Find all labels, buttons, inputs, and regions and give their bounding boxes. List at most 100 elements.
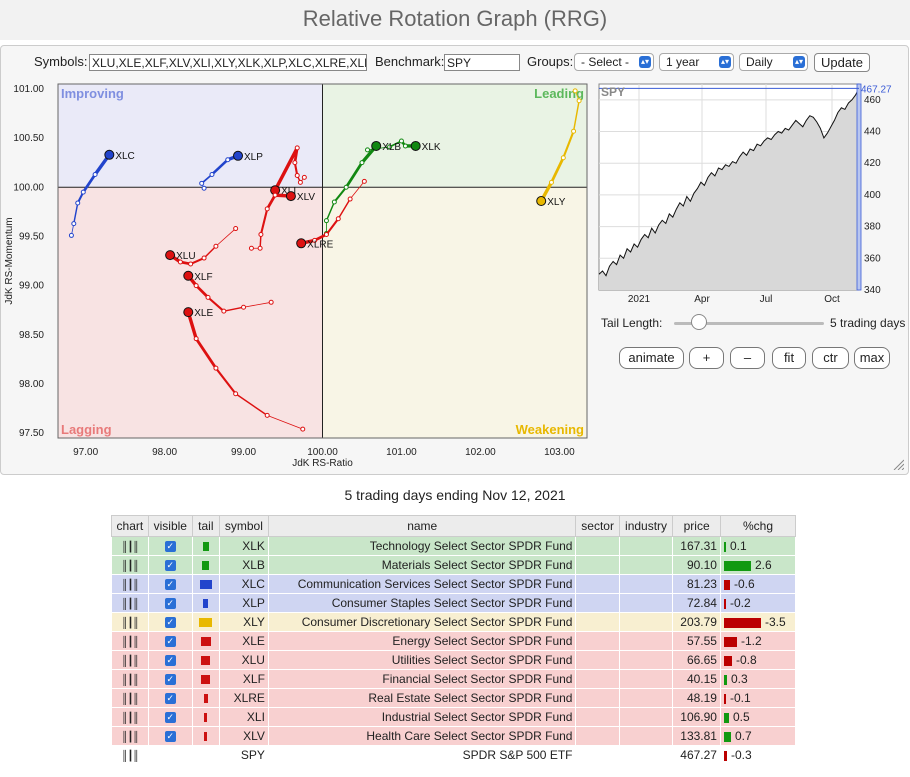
candlestick-chart-icon[interactable]: ║┃║ xyxy=(121,542,139,553)
candlestick-chart-icon[interactable]: ║┃║ xyxy=(121,675,139,686)
visible-cell[interactable]: ✓ xyxy=(147,726,193,746)
candlestick-chart-icon[interactable]: ║┃║ xyxy=(121,561,139,572)
visible-cell[interactable]: ✓ xyxy=(147,631,193,651)
chart-icon-cell[interactable]: ║┃║ xyxy=(111,574,149,594)
max-button[interactable]: max xyxy=(854,347,890,369)
head-point-xlre[interactable] xyxy=(296,238,307,249)
price-scrollbar[interactable] xyxy=(856,83,862,291)
head-point-xlp[interactable] xyxy=(233,150,244,161)
tail-color-swatch[interactable] xyxy=(199,580,212,590)
column-header-name[interactable]: name xyxy=(267,515,577,537)
head-point-xlc[interactable] xyxy=(104,149,115,160)
candlestick-chart-icon[interactable]: ║┃║ xyxy=(121,618,139,629)
head-point-xlf[interactable] xyxy=(183,270,194,281)
head-point-xlv[interactable] xyxy=(285,191,296,202)
head-point-xlb[interactable] xyxy=(371,140,382,151)
tail-cell[interactable] xyxy=(191,574,220,594)
animate-button[interactable]: animate xyxy=(619,347,684,369)
tail-color-swatch[interactable] xyxy=(199,618,213,628)
head-point-xlk[interactable] xyxy=(410,140,421,151)
column-header-sector[interactable]: sector xyxy=(575,515,620,537)
symbol-cell: XLV xyxy=(218,726,269,746)
tail-cell[interactable] xyxy=(191,631,220,651)
head-point-xle[interactable] xyxy=(183,307,194,318)
column-header-industry[interactable]: industry xyxy=(618,515,674,537)
zoom-in-button[interactable]: + xyxy=(689,347,724,369)
zoom-out-button[interactable]: – xyxy=(730,347,765,369)
visible-cell[interactable] xyxy=(147,745,193,765)
fit-button[interactable]: fit xyxy=(772,347,806,369)
column-header-symbol[interactable]: symbol xyxy=(218,515,269,537)
resize-grip-icon[interactable] xyxy=(892,458,904,470)
chart-icon-cell[interactable]: ║┃║ xyxy=(111,745,149,765)
tail-color-swatch[interactable] xyxy=(204,732,208,742)
visible-checkbox[interactable]: ✓ xyxy=(164,560,176,572)
tail-cell[interactable] xyxy=(191,650,220,670)
visible-cell[interactable]: ✓ xyxy=(147,574,193,594)
tail-cell[interactable] xyxy=(191,612,220,632)
head-point-xlu[interactable] xyxy=(165,250,176,261)
candlestick-chart-icon[interactable]: ║┃║ xyxy=(121,656,139,667)
tail-color-swatch[interactable] xyxy=(203,599,209,609)
visible-cell[interactable]: ✓ xyxy=(147,612,193,632)
tail-cell[interactable] xyxy=(191,745,220,765)
column-header-price[interactable]: price xyxy=(672,515,721,537)
chart-icon-cell[interactable]: ║┃║ xyxy=(111,593,149,613)
center-button[interactable]: ctr xyxy=(812,347,849,369)
candlestick-chart-icon[interactable]: ║┃║ xyxy=(121,637,139,648)
tail-cell[interactable] xyxy=(191,688,220,708)
column-header-tail[interactable]: tail xyxy=(191,515,220,537)
visible-checkbox[interactable]: ✓ xyxy=(164,693,176,705)
candlestick-chart-icon[interactable]: ║┃║ xyxy=(121,694,139,705)
visible-cell[interactable]: ✓ xyxy=(147,688,193,708)
visible-checkbox[interactable]: ✓ xyxy=(164,731,176,743)
visible-checkbox[interactable]: ✓ xyxy=(164,655,176,667)
visible-cell[interactable]: ✓ xyxy=(147,555,193,575)
chart-icon-cell[interactable]: ║┃║ xyxy=(111,650,149,670)
visible-checkbox[interactable]: ✓ xyxy=(164,541,176,553)
tail-cell[interactable] xyxy=(191,707,220,727)
chart-icon-cell[interactable]: ║┃║ xyxy=(111,688,149,708)
visible-checkbox[interactable]: ✓ xyxy=(164,579,176,591)
tail-color-swatch[interactable] xyxy=(203,694,208,704)
visible-checkbox[interactable]: ✓ xyxy=(164,712,176,724)
visible-cell[interactable]: ✓ xyxy=(147,650,193,670)
chart-icon-cell[interactable]: ║┃║ xyxy=(111,669,149,689)
chart-icon-cell[interactable]: ║┃║ xyxy=(111,555,149,575)
chart-icon-cell[interactable]: ║┃║ xyxy=(111,707,149,727)
chart-icon-cell[interactable]: ║┃║ xyxy=(111,612,149,632)
candlestick-chart-icon[interactable]: ║┃║ xyxy=(121,732,139,743)
chart-icon-cell[interactable]: ║┃║ xyxy=(111,631,149,651)
column-header-chart[interactable]: chart xyxy=(111,515,149,537)
head-point-xly[interactable] xyxy=(536,196,547,207)
visible-cell[interactable]: ✓ xyxy=(147,669,193,689)
tail-color-swatch[interactable] xyxy=(202,561,210,571)
tail-cell[interactable] xyxy=(191,536,220,556)
visible-checkbox[interactable]: ✓ xyxy=(164,636,176,648)
candlestick-chart-icon[interactable]: ║┃║ xyxy=(121,713,139,724)
tail-cell[interactable] xyxy=(191,593,220,613)
tail-slider-handle[interactable] xyxy=(691,314,707,330)
visible-cell[interactable]: ✓ xyxy=(147,593,193,613)
tail-color-swatch[interactable] xyxy=(200,637,211,647)
column-header-pctchg[interactable]: %chg xyxy=(719,515,797,537)
visible-cell[interactable]: ✓ xyxy=(147,536,193,556)
chart-icon-cell[interactable]: ║┃║ xyxy=(111,726,149,746)
tail-cell[interactable] xyxy=(191,669,220,689)
tail-cell[interactable] xyxy=(191,555,220,575)
candlestick-chart-icon[interactable]: ║┃║ xyxy=(121,751,139,762)
candlestick-chart-icon[interactable]: ║┃║ xyxy=(121,599,139,610)
visible-cell[interactable]: ✓ xyxy=(147,707,193,727)
visible-checkbox[interactable]: ✓ xyxy=(164,617,176,629)
tail-color-swatch[interactable] xyxy=(201,656,211,666)
column-header-visible[interactable]: visible xyxy=(147,515,193,537)
visible-checkbox[interactable]: ✓ xyxy=(164,674,176,686)
chart-icon-cell[interactable]: ║┃║ xyxy=(111,536,149,556)
tail-color-swatch[interactable] xyxy=(202,542,209,552)
tail-color-swatch[interactable] xyxy=(201,675,211,685)
candlestick-chart-icon[interactable]: ║┃║ xyxy=(121,580,139,591)
tail-cell[interactable] xyxy=(191,726,220,746)
tail-color-swatch[interactable] xyxy=(204,713,208,723)
rrg-chart[interactable]: Improving LeadingLagging Weakening97.00 98.… xyxy=(1,46,910,476)
visible-checkbox[interactable]: ✓ xyxy=(164,598,176,610)
